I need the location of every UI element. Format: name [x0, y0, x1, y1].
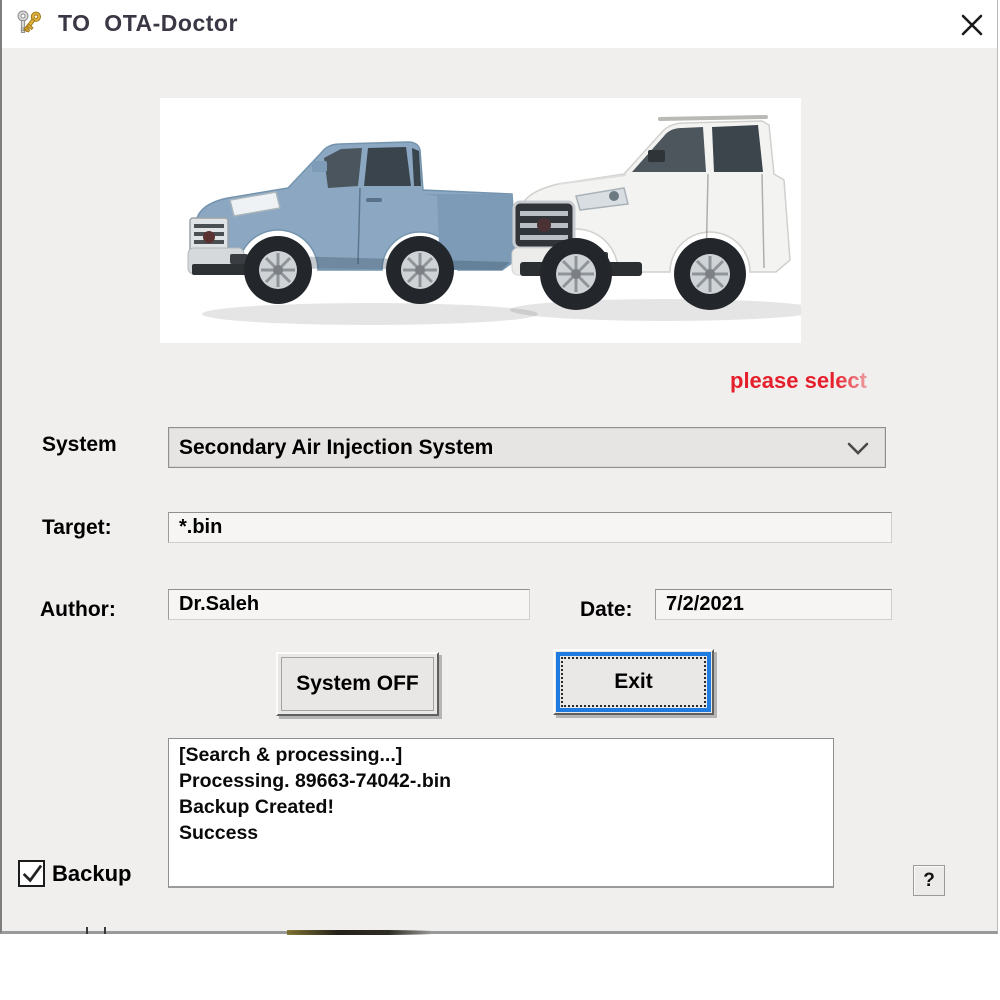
log-line: Backup Created! — [179, 796, 334, 818]
log-output-box[interactable]: [Search & processing...] Processing. 896… — [168, 738, 834, 888]
author-label: Author: — [40, 598, 116, 621]
target-label: Target: — [42, 516, 112, 539]
app-window-page: TO OTA-Doctor please select System Secon… — [0, 0, 1000, 1000]
exit-button-label: Exit — [561, 657, 706, 707]
system-off-button-label: System OFF — [281, 657, 434, 711]
white-suv — [511, 115, 791, 310]
log-line: [Search & processing...] — [179, 744, 403, 766]
log-line: Processing. 89663-74042-.bin — [179, 770, 452, 792]
vehicle-image — [160, 98, 801, 343]
checkmark-icon — [22, 864, 42, 883]
system-dropdown[interactable]: Secondary Air Injection System — [168, 427, 886, 468]
keys-icon — [17, 10, 42, 33]
target-input[interactable] — [168, 512, 892, 543]
system-label: System — [42, 433, 117, 456]
date-label: Date: — [580, 598, 633, 621]
close-icon — [961, 14, 983, 36]
exit-button-focus-border: Exit — [556, 652, 711, 712]
chevron-down-icon — [847, 442, 869, 455]
bottom-edge-artifact — [86, 927, 106, 934]
ota-doctor-window: TO OTA-Doctor please select System Secon… — [0, 0, 998, 935]
help-button[interactable]: ? — [913, 865, 945, 896]
date-input[interactable] — [655, 589, 892, 620]
please-select-hint: please select — [730, 368, 867, 393]
backup-checkbox[interactable] — [18, 860, 45, 887]
system-dropdown-value: Secondary Air Injection System — [179, 435, 494, 459]
blue-pickup-truck — [187, 141, 517, 304]
title-bar[interactable]: TO OTA-Doctor — [2, 0, 997, 48]
backup-checkbox-label: Backup — [52, 861, 132, 886]
window-title: TO OTA-Doctor — [58, 10, 238, 36]
close-button[interactable] — [955, 8, 989, 42]
two-trucks-illustration — [187, 115, 801, 325]
exit-button[interactable]: Exit — [553, 649, 714, 715]
system-off-button[interactable]: System OFF — [276, 652, 439, 716]
bottom-edge-artifact — [287, 930, 432, 935]
log-line: Success — [179, 822, 259, 844]
author-input[interactable] — [168, 589, 530, 620]
